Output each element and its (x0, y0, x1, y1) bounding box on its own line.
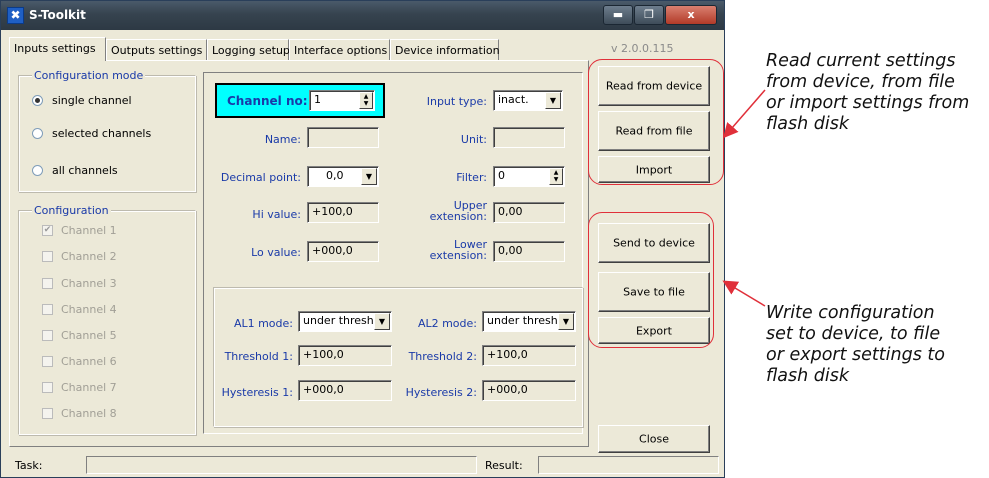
write-annotation: Write configuration set to device, to fi… (766, 303, 945, 386)
tab-inputs-settings[interactable]: Inputs settings (9, 37, 106, 61)
write-callout-arrow (722, 280, 766, 307)
read-callout-arrow (723, 89, 766, 139)
read-annotation: Read current settings from device, from … (766, 51, 970, 134)
